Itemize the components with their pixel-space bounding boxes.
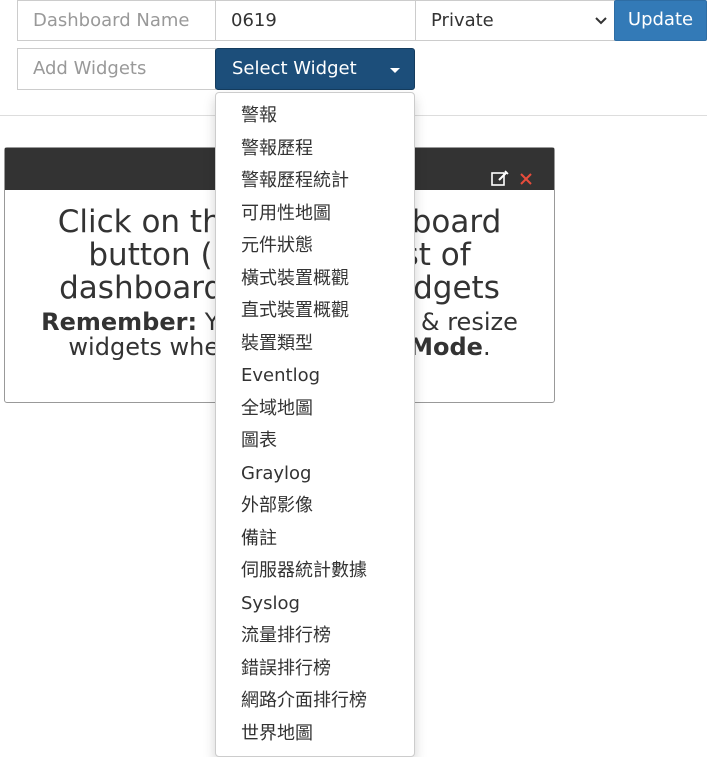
edit-icon[interactable] xyxy=(491,161,509,203)
widget-option[interactable]: 直式裝置概觀 xyxy=(216,295,414,328)
widget-option[interactable]: 網路介面排行榜 xyxy=(216,685,414,718)
widget-option[interactable]: 全域地圖 xyxy=(216,393,414,426)
access-select-value: Private xyxy=(431,10,494,31)
widget-option[interactable]: Syslog xyxy=(216,588,414,621)
widget-option[interactable]: 警報 xyxy=(216,100,414,133)
widget-dropdown-menu: 警報 警報歷程 警報歷程統計 可用性地圖 元件狀態 橫式裝置概觀 直式裝置概觀 … xyxy=(215,92,415,757)
widget-option[interactable]: 錯誤排行榜 xyxy=(216,653,414,686)
select-widget-label: Select Widget xyxy=(232,58,357,79)
widget-option[interactable]: 警報歷程統計 xyxy=(216,165,414,198)
widget-option[interactable]: 裝置類型 xyxy=(216,328,414,361)
widget-option[interactable]: 警報歷程 xyxy=(216,133,414,166)
widget-option[interactable]: 圖表 xyxy=(216,425,414,458)
access-select[interactable]: Private xyxy=(415,0,615,41)
widget-option[interactable]: 元件狀態 xyxy=(216,230,414,263)
dashboard-name-input[interactable]: Dashboard Name xyxy=(17,0,216,41)
update-button[interactable]: Update xyxy=(614,0,707,41)
widget-option[interactable]: 流量排行榜 xyxy=(216,620,414,653)
widget-option[interactable]: 伺服器統計數據 xyxy=(216,555,414,588)
widget-option[interactable]: 外部影像 xyxy=(216,490,414,523)
dashboard-name-value-input[interactable]: 0619 xyxy=(215,0,416,41)
widget-option[interactable]: Graylog xyxy=(216,458,414,491)
widget-option[interactable]: 可用性地圖 xyxy=(216,198,414,231)
close-icon[interactable] xyxy=(519,161,533,203)
widget-option[interactable]: 備註 xyxy=(216,523,414,556)
caret-down-icon xyxy=(390,68,400,73)
select-widget-button[interactable]: Select Widget xyxy=(215,48,415,90)
chevron-down-icon xyxy=(594,1,608,57)
widget-option[interactable]: 橫式裝置概觀 xyxy=(216,263,414,296)
widget-option[interactable]: Eventlog xyxy=(216,360,414,393)
add-widgets-input[interactable]: Add Widgets xyxy=(17,48,216,90)
widget-option[interactable]: 世界地圖 xyxy=(216,718,414,751)
